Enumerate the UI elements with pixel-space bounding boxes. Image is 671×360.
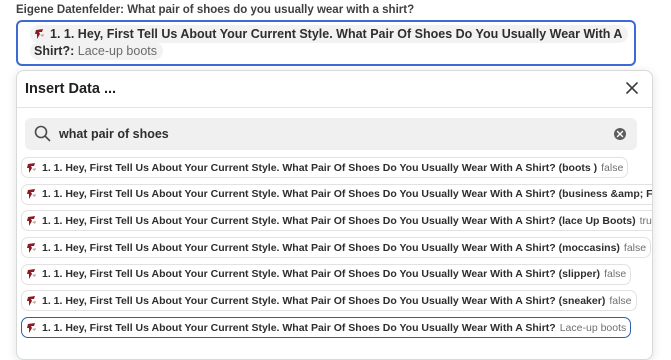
result-label: 1. 1. Hey, First Tell Us About Your Curr… [42,214,636,227]
result-label: 1. 1. Hey, First Tell Us About Your Curr… [42,294,606,307]
insert-data-panel: Insert Data ... 1. 1. Hey, First Tell Us… [16,70,653,360]
results-list: 1. 1. Hey, First Tell Us About Your Curr… [21,157,653,344]
result-item[interactable]: 1. 1. Hey, First Tell Us About Your Curr… [21,237,652,259]
field-value-pill[interactable]: 1. 1. Hey, First Tell Us About Your Curr… [30,25,628,60]
panel-header: Insert Data ... [17,71,652,108]
result-label: 1. 1. Hey, First Tell Us About Your Curr… [42,241,620,254]
search-box [25,118,637,150]
app-logo-icon [35,29,44,39]
search-icon [34,125,51,142]
result-value: true [639,214,652,227]
result-label: 1. 1. Hey, First Tell Us About Your Curr… [42,321,556,334]
panel-title: Insert Data ... [25,81,117,97]
close-icon[interactable] [624,80,640,96]
field-value-sample: Lace-up boots [77,44,157,58]
result-value: false [601,161,624,174]
app-logo-icon [27,295,36,306]
result-item[interactable]: 1. 1. Hey, First Tell Us About Your Curr… [21,290,637,312]
result-value: Lace-up boots [559,321,627,334]
result-item[interactable]: 1. 1. Hey, First Tell Us About Your Curr… [21,183,653,205]
search-input[interactable] [59,118,599,150]
result-label: 1. 1. Hey, First Tell Us About Your Curr… [42,268,601,281]
result-item[interactable]: 1. 1. Hey, First Tell Us About Your Curr… [21,210,652,232]
result-item[interactable]: 1. 1. Hey, First Tell Us About Your Curr… [21,263,632,285]
result-value: false [609,294,632,307]
field-label: Eigene Datenfelder: What pair of shoes d… [16,4,415,16]
app-logo-icon [27,242,36,253]
result-value: false [623,241,647,254]
app-logo-icon [27,215,36,226]
result-value: false [604,268,627,281]
app-logo-icon [27,162,36,173]
app-logo-icon [27,269,36,280]
clear-icon[interactable] [613,127,627,141]
result-label: 1. 1. Hey, First Tell Us About Your Curr… [42,161,598,174]
custom-data-field[interactable]: 1. 1. Hey, First Tell Us About Your Curr… [16,20,636,66]
result-label: 1. 1. Hey, First Tell Us About Your Curr… [42,188,653,201]
result-item[interactable]: 1. 1. Hey, First Tell Us About Your Curr… [21,157,629,178]
result-item-selected[interactable]: 1. 1. Hey, First Tell Us About Your Curr… [21,317,632,339]
app-logo-icon [27,322,36,333]
app-logo-icon [27,189,36,200]
